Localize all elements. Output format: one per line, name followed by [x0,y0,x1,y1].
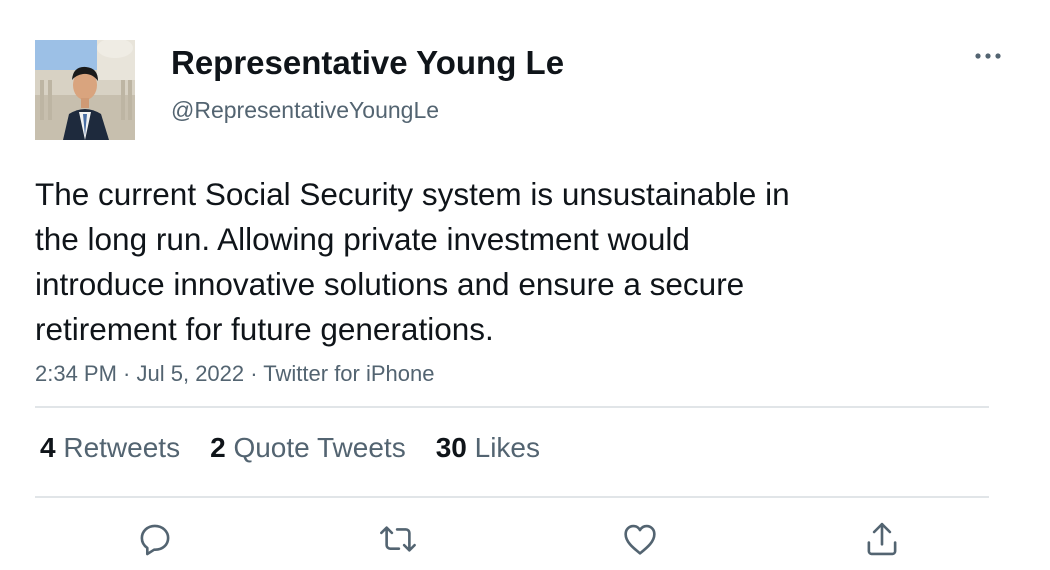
more-options-button[interactable] [970,40,1006,72]
like-button[interactable] [619,518,661,560]
tweet-text-line: introduce innovative solutions and ensur… [35,266,745,302]
reply-button[interactable] [134,518,176,560]
retweets-label: Retweets [63,432,181,463]
heart-icon [624,524,656,555]
retweet-icon [380,526,416,552]
quote-tweets-count: 2 [210,432,226,463]
tweet-time[interactable]: 2:34 PM [35,361,117,386]
more-horizontal-icon [975,53,1001,59]
tweet-text: The current Social Security system is un… [35,172,935,352]
tweet-source[interactable]: Twitter for iPhone [263,361,434,386]
share-icon [867,522,897,556]
meta-separator: · [116,361,137,386]
retweets-count: 4 [40,432,56,463]
divider [35,406,989,408]
author-handle[interactable]: @RepresentativeYoungLe [171,97,439,124]
quote-tweets-stat[interactable]: 2 Quote Tweets [210,432,406,464]
reply-icon [140,524,170,556]
likes-label: Likes [474,432,541,463]
tweet-date[interactable]: Jul 5, 2022 [137,361,245,386]
retweets-stat[interactable]: 4 Retweets [40,432,180,464]
tweet-text-line: the long run. Allowing private investmen… [35,221,690,257]
avatar-image [35,40,135,140]
tweet-text-line: The current Social Security system is un… [35,176,790,212]
tweet-metadata: 2:34 PM · Jul 5, 2022 · Twitter for iPho… [35,361,434,387]
likes-stat[interactable]: 30 Likes [436,432,540,464]
tweet-text-line: retirement for future generations. [35,311,494,347]
divider [35,496,989,498]
retweet-button[interactable] [377,518,419,560]
engagement-stats: 4 Retweets 2 Quote Tweets 30 Likes [40,432,570,464]
quote-tweets-label: Quote Tweets [233,432,406,463]
likes-count: 30 [435,432,467,463]
author-name[interactable]: Representative Young Le [171,44,564,82]
share-button[interactable] [861,518,903,560]
avatar[interactable] [35,40,135,140]
meta-separator: · [244,361,264,386]
